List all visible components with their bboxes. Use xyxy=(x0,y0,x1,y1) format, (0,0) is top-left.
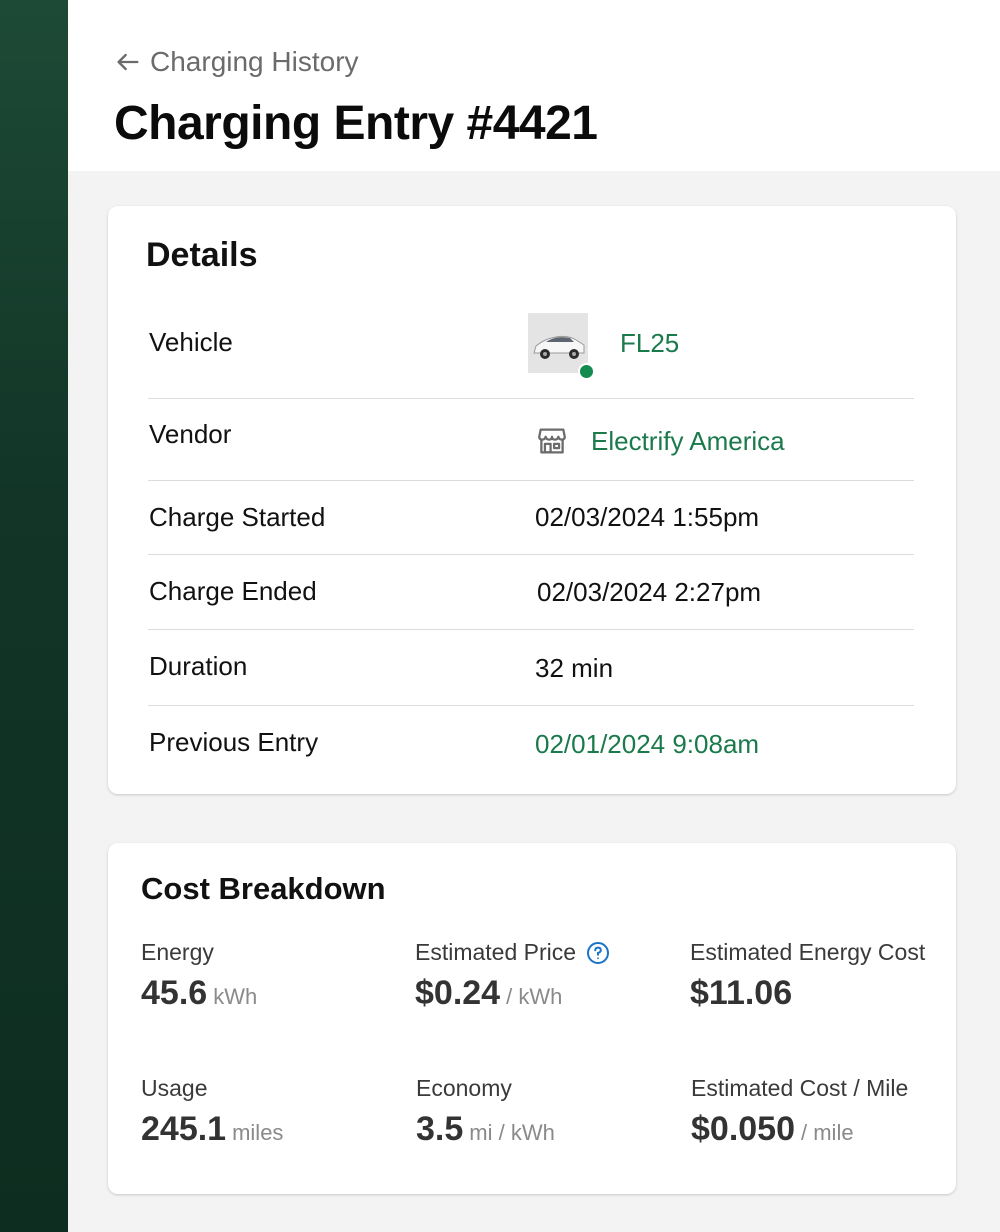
metric-label: Estimated Energy Cost xyxy=(690,939,926,965)
detail-label: Vehicle xyxy=(149,327,233,357)
detail-row-charge-ended: Charge Ended 02/03/2024 2:27pm xyxy=(148,555,914,630)
detail-row-vendor: Vendor Electrify America xyxy=(148,399,914,481)
detail-label: Previous Entry xyxy=(149,727,319,757)
details-title: Details xyxy=(146,236,258,274)
previous-entry-link[interactable]: 02/01/2024 9:08am xyxy=(535,729,759,760)
metric-energy: Energy 45.6 kWh xyxy=(141,939,257,1013)
detail-row-duration: Duration 32 min xyxy=(148,630,914,706)
vehicle-thumbnail xyxy=(528,313,595,380)
back-link-label: Charging History xyxy=(150,46,359,77)
detail-row-previous-entry: Previous Entry 02/01/2024 9:08am xyxy=(148,706,914,782)
metric-value: $0.050/ mile xyxy=(691,1110,854,1148)
detail-label: Vendor xyxy=(149,419,232,449)
metric-unit: / kWh xyxy=(506,984,563,1009)
vendor-value[interactable]: Electrify America xyxy=(535,424,785,458)
vehicle-status-dot xyxy=(578,363,595,380)
metric-value: $0.24/ kWh xyxy=(415,974,563,1012)
metric-value: 3.5 mi / kWh xyxy=(416,1110,555,1148)
metric-usage: Usage 245.1 miles xyxy=(141,1075,283,1149)
metric-unit: kWh xyxy=(213,984,258,1009)
detail-row-charge-started: Charge Started 02/03/2024 1:55pm xyxy=(148,481,914,555)
metric-estimated-energy-cost: Estimated Energy Cost $11.06 xyxy=(690,939,925,1013)
metric-unit: miles xyxy=(232,1120,284,1145)
vendor-link[interactable]: Electrify America xyxy=(591,426,785,457)
metric-unit: / mile xyxy=(801,1120,854,1145)
storefront-icon xyxy=(538,428,566,454)
metric-label: Estimated Price xyxy=(415,939,610,966)
detail-label: Duration xyxy=(149,651,248,681)
detail-label: Charge Started xyxy=(149,502,326,532)
details-card: Details Vehicle FL25 Vendor Electrify Am… xyxy=(108,206,956,794)
duration-value: 32 min xyxy=(535,653,614,683)
metric-estimated-cost-per-mile: Estimated Cost / Mile $0.050/ mile xyxy=(691,1075,908,1149)
metric-label: Estimated Cost / Mile xyxy=(691,1075,909,1101)
vehicle-link[interactable]: FL25 xyxy=(620,328,679,359)
metric-economy: Economy 3.5 mi / kWh xyxy=(416,1075,555,1149)
charge-started-value: 02/03/2024 1:55pm xyxy=(535,502,760,532)
vehicle-value[interactable]: FL25 xyxy=(528,313,679,380)
metric-value: $11.06 xyxy=(690,974,793,1012)
detail-row-vehicle: Vehicle FL25 xyxy=(148,302,914,399)
cost-breakdown-card: Cost Breakdown Energy 45.6 kWh Estimated … xyxy=(108,843,956,1194)
question-circle-icon[interactable] xyxy=(586,941,610,965)
page-title: Charging Entry #4421 xyxy=(114,97,598,150)
car-icon xyxy=(528,313,588,373)
metric-label: Economy xyxy=(416,1075,512,1101)
arrow-left-icon xyxy=(117,53,139,71)
charge-ended-value: 02/03/2024 2:27pm xyxy=(537,577,762,607)
cost-breakdown-title: Cost Breakdown xyxy=(141,871,386,906)
metric-label: Usage xyxy=(141,1075,208,1101)
metric-unit: mi / kWh xyxy=(469,1120,555,1145)
metric-estimated-price: Estimated Price $0.24/ kWh xyxy=(415,939,610,1013)
metric-label: Energy xyxy=(141,939,214,965)
sidebar xyxy=(0,0,68,1232)
detail-label: Charge Ended xyxy=(149,576,317,606)
metric-value: 45.6 kWh xyxy=(141,974,258,1012)
back-link[interactable]: Charging History xyxy=(114,46,359,78)
metric-value: 245.1 miles xyxy=(141,1110,284,1148)
page-header: Charging History Charging Entry #4421 xyxy=(68,0,1000,171)
